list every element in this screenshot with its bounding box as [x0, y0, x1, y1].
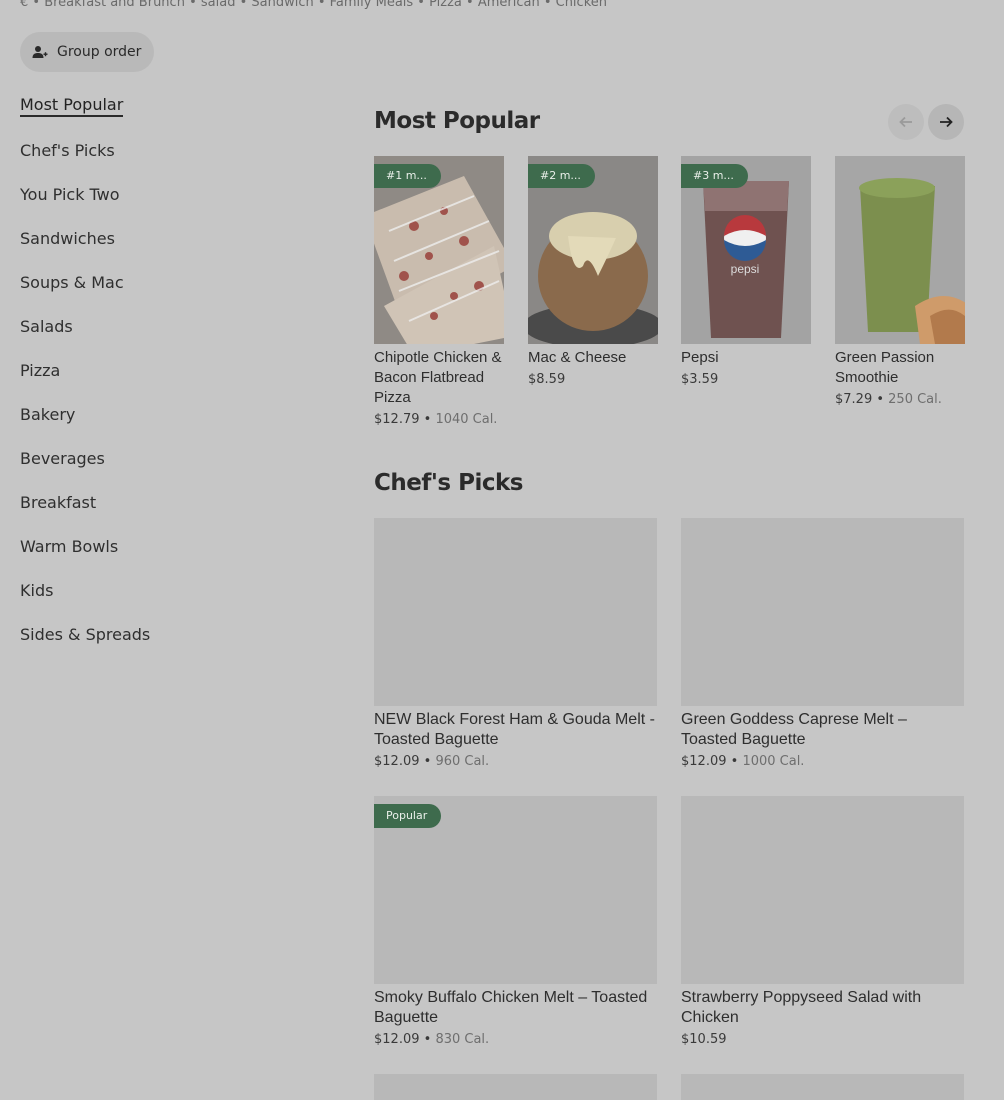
menu-item-card[interactable]: #1 m... Chipotle Chicken & Bacon Flatbre… [374, 156, 504, 427]
item-calories: 960 Cal. [435, 754, 490, 769]
item-meta: $12.09 • 960 Cal. [374, 754, 657, 769]
sidebar-item-kids[interactable]: Kids [20, 580, 320, 624]
sidebar-item-sandwiches[interactable]: Sandwiches [20, 228, 320, 272]
item-photo-placeholder [374, 518, 657, 706]
sidebar-item-breakfast[interactable]: Breakfast [20, 492, 320, 536]
menu-item-card[interactable]: NEW Black Forest Ham & Gouda Melt - Toas… [374, 518, 657, 769]
item-meta: $3.59 [681, 372, 811, 387]
item-price: $7.29 [835, 392, 873, 407]
menu-item-card[interactable]: Green Passion Smoothie $7.29 • 250 Cal. [835, 156, 965, 407]
smoothie-image [835, 156, 965, 344]
meta-separator: • [726, 754, 743, 769]
item-photo: #2 m... [528, 156, 658, 344]
item-calories: 250 Cal. [888, 392, 942, 407]
item-price: $12.09 [681, 754, 727, 769]
sidebar-item-warm-bowls[interactable]: Warm Bowls [20, 536, 320, 580]
item-price: $12.09 [374, 1032, 420, 1047]
sidebar-item-bakery[interactable]: Bakery [20, 404, 320, 448]
menu-item-card[interactable] [374, 1074, 657, 1100]
item-meta: $10.59 [681, 1032, 964, 1047]
item-name: Pepsi [681, 349, 719, 366]
menu-item-card[interactable]: Green Goddess Caprese Melt – Toasted Bag… [681, 518, 964, 769]
sidebar-item-label: Warm Bowls [20, 537, 119, 556]
person-plus-icon [32, 46, 48, 58]
sidebar-item-label: Soups & Mac [20, 273, 124, 292]
sidebar-item-label: Chef's Picks [20, 141, 115, 160]
item-name: Green Goddess Caprese Melt – Toasted Bag… [681, 711, 907, 748]
sidebar-item-salads[interactable]: Salads [20, 316, 320, 360]
sidebar-item-label: Pizza [20, 361, 61, 380]
item-name: Smoky Buffalo Chicken Melt – Toasted Bag… [374, 989, 648, 1026]
sidebar-item-label: Breakfast [20, 493, 97, 512]
meta-separator: • [419, 412, 436, 427]
item-name: Strawberry Poppyseed Salad with Chicken [681, 989, 922, 1026]
item-meta: $12.79 • 1040 Cal. [374, 412, 504, 427]
item-price: $12.79 [374, 412, 420, 427]
sidebar-item-you-pick-two[interactable]: You Pick Two [20, 184, 320, 228]
item-meta: $7.29 • 250 Cal. [835, 392, 965, 407]
item-photo-placeholder [681, 518, 964, 706]
chefs-picks-title: Chef's Picks [374, 470, 523, 496]
sidebar-item-label: Salads [20, 317, 73, 336]
pepsi-logo-text: pepsi [731, 262, 760, 276]
item-price: $10.59 [681, 1032, 727, 1047]
item-photo [835, 156, 965, 344]
sidebar-item-label: Most Popular [20, 95, 124, 117]
carousel-prev-button[interactable] [888, 104, 924, 140]
group-order-button[interactable]: Group order [20, 32, 154, 72]
menu-item-card[interactable]: pepsi #3 m... Pepsi $3.59 [681, 156, 811, 387]
sidebar-item-label: Kids [20, 581, 54, 600]
sidebar-item-most-popular[interactable]: Most Popular [20, 94, 320, 138]
item-photo-placeholder: Popular [374, 796, 657, 984]
sidebar-item-chefs-picks[interactable]: Chef's Picks [20, 140, 320, 184]
sidebar-item-label: Sides & Spreads [20, 625, 151, 644]
item-calories: 1040 Cal. [435, 412, 498, 427]
rank-badge: #2 m... [528, 164, 595, 188]
item-name: NEW Black Forest Ham & Gouda Melt - Toas… [374, 711, 655, 748]
sidebar-item-label: Sandwiches [20, 229, 115, 248]
arrow-right-icon [940, 116, 953, 128]
sidebar-item-label: You Pick Two [20, 185, 120, 204]
sidebar-item-label: Bakery [20, 405, 76, 424]
meta-separator: • [419, 1032, 436, 1047]
item-calories: 830 Cal. [435, 1032, 490, 1047]
most-popular-title: Most Popular [374, 108, 540, 134]
arrow-left-icon [899, 116, 912, 128]
menu-item-card[interactable]: #2 m... Mac & Cheese $8.59 [528, 156, 658, 387]
item-name: Mac & Cheese [528, 349, 627, 366]
carousel-next-button[interactable] [928, 104, 964, 140]
menu-item-card[interactable]: Strawberry Poppyseed Salad with Chicken … [681, 796, 964, 1047]
item-photo-placeholder [681, 796, 964, 984]
item-price: $8.59 [528, 372, 566, 387]
menu-item-card[interactable] [681, 1074, 964, 1100]
popular-badge: Popular [374, 804, 442, 828]
sidebar-item-pizza[interactable]: Pizza [20, 360, 320, 404]
sidebar-item-soups-mac[interactable]: Soups & Mac [20, 272, 320, 316]
item-name: Green Passion Smoothie [835, 349, 935, 386]
group-order-label: Group order [57, 44, 142, 60]
sidebar-item-label: Beverages [20, 449, 105, 468]
meta-separator: • [872, 392, 889, 407]
menu-item-card[interactable]: Popular Smoky Buffalo Chicken Melt – Toa… [374, 796, 657, 1047]
item-price: $12.09 [374, 754, 420, 769]
item-photo: #1 m... [374, 156, 504, 344]
sidebar-item-sides-spreads[interactable]: Sides & Spreads [20, 624, 320, 668]
rank-badge: #3 m... [681, 164, 748, 188]
sidebar-item-beverages[interactable]: Beverages [20, 448, 320, 492]
meta-separator: • [419, 754, 436, 769]
item-photo-placeholder [681, 1074, 964, 1100]
item-name: Chipotle Chicken & Bacon Flatbread Pizza [374, 349, 502, 406]
item-photo: pepsi #3 m... [681, 156, 811, 344]
item-photo-placeholder [374, 1074, 657, 1100]
item-price: $3.59 [681, 372, 719, 387]
cuisine-tags: € • Breakfast and Brunch • salad • Sandw… [20, 0, 607, 10]
rank-badge: #1 m... [374, 164, 441, 188]
item-meta: $12.09 • 830 Cal. [374, 1032, 657, 1047]
item-calories: 1000 Cal. [742, 754, 805, 769]
item-meta: $8.59 [528, 372, 658, 387]
item-meta: $12.09 • 1000 Cal. [681, 754, 964, 769]
category-sidebar: Most Popular Chef's Picks You Pick Two S… [20, 94, 320, 668]
